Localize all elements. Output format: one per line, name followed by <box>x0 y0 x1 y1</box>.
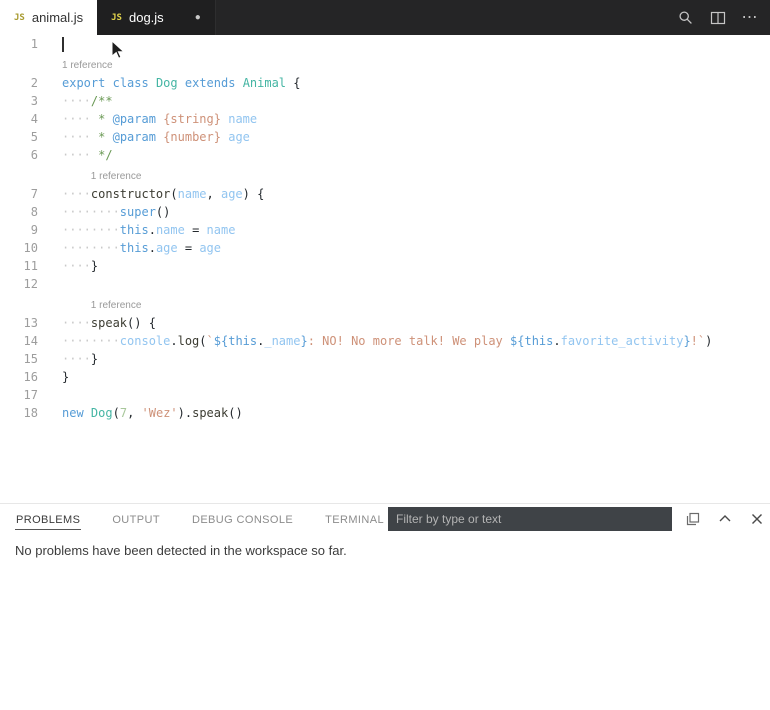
line-number: 10 <box>0 239 62 257</box>
editor-tab-bar: JS animal.js JS dog.js ● ⋯ <box>0 0 770 35</box>
line-number: 9 <box>0 221 62 239</box>
code-text: } <box>62 368 69 386</box>
code-text <box>62 35 64 53</box>
code-text: ········this.age = age <box>62 239 221 257</box>
line-number: 7 <box>0 185 62 203</box>
code-line-11[interactable]: 11····} <box>0 257 770 275</box>
js-file-icon: JS <box>111 13 122 23</box>
more-actions-icon[interactable]: ⋯ <box>742 10 758 26</box>
code-text: ····speak() { <box>62 314 156 332</box>
code-line-7[interactable]: 7····constructor(name, age) { <box>0 185 770 203</box>
code-line-1[interactable]: 1 <box>0 35 770 53</box>
editor-actions: ⋯ <box>678 0 770 35</box>
code-line-17[interactable]: 17 <box>0 386 770 404</box>
text-cursor <box>62 37 64 52</box>
code-text: ···· * @param {number} age <box>62 128 250 146</box>
line-number: 12 <box>0 275 62 293</box>
code-line-18[interactable]: 18new Dog(7, 'Wez').speak() <box>0 404 770 422</box>
code-text: new Dog(7, 'Wez').speak() <box>62 404 243 422</box>
problems-empty-message: No problems have been detected in the wo… <box>0 534 770 567</box>
code-line-15[interactable]: 15····} <box>0 350 770 368</box>
js-file-icon: JS <box>14 13 25 23</box>
line-number: 14 <box>0 332 62 350</box>
code-text: export class Dog extends Animal { <box>62 74 301 92</box>
line-number: 15 <box>0 350 62 368</box>
line-number: 18 <box>0 404 62 422</box>
line-number: 3 <box>0 92 62 110</box>
panel-tab-debug-console[interactable]: DEBUG CONSOLE <box>191 509 294 529</box>
line-number: 8 <box>0 203 62 221</box>
code-text: ····} <box>62 350 98 368</box>
code-text: ····constructor(name, age) { <box>62 185 264 203</box>
line-number: 6 <box>0 146 62 164</box>
codelens-row: 1 reference <box>0 293 770 314</box>
line-number: 2 <box>0 74 62 92</box>
code-line-14[interactable]: 14········console.log(`${this._name}: NO… <box>0 332 770 350</box>
panel-action-icons <box>685 507 764 531</box>
tab-label: dog.js <box>129 10 164 25</box>
panel-header: PROBLEMS OUTPUT DEBUG CONSOLE TERMINAL <box>0 504 770 534</box>
panel-tab-terminal[interactable]: TERMINAL <box>324 509 385 529</box>
tab-dog-js[interactable]: JS dog.js ● <box>97 0 216 35</box>
code-line-12[interactable]: 12 <box>0 275 770 293</box>
problems-filter-input[interactable] <box>388 507 672 531</box>
code-text: ····/** <box>62 92 113 110</box>
code-line-4[interactable]: 4···· * @param {string} name <box>0 110 770 128</box>
code-line-9[interactable]: 9········this.name = name <box>0 221 770 239</box>
codelens-row: 1 reference <box>0 53 770 74</box>
code-text: ···· * @param {string} name <box>62 110 257 128</box>
search-icon[interactable] <box>678 10 694 26</box>
collapse-all-icon[interactable] <box>685 512 700 527</box>
chevron-up-icon[interactable] <box>717 512 732 527</box>
code-line-5[interactable]: 5···· * @param {number} age <box>0 128 770 146</box>
split-editor-icon[interactable] <box>710 10 726 26</box>
line-number: 13 <box>0 314 62 332</box>
line-number: 11 <box>0 257 62 275</box>
codelens-row: 1 reference <box>0 164 770 185</box>
line-number: 1 <box>0 35 62 53</box>
code-editor[interactable]: 11 reference2export class Dog extends An… <box>0 35 770 422</box>
code-line-3[interactable]: 3····/** <box>0 92 770 110</box>
panel-tab-output[interactable]: OUTPUT <box>111 509 161 529</box>
modified-dot-icon[interactable]: ● <box>195 12 201 23</box>
panel-tab-problems[interactable]: PROBLEMS <box>15 509 81 530</box>
code-text: ········this.name = name <box>62 221 235 239</box>
code-line-13[interactable]: 13····speak() { <box>0 314 770 332</box>
line-number: 17 <box>0 386 62 404</box>
vscode-window: JS animal.js JS dog.js ● ⋯ <box>0 0 770 710</box>
close-icon[interactable] <box>749 512 764 527</box>
code-line-16[interactable]: 16} <box>0 368 770 386</box>
bottom-panel: PROBLEMS OUTPUT DEBUG CONSOLE TERMINAL <box>0 503 770 710</box>
ellipsis-glyph: ⋯ <box>742 10 759 26</box>
code-line-10[interactable]: 10········this.age = age <box>0 239 770 257</box>
tab-animal-js[interactable]: JS animal.js <box>0 0 97 35</box>
code-text: ····} <box>62 257 98 275</box>
line-number: 4 <box>0 110 62 128</box>
code-area: 11 reference2export class Dog extends An… <box>0 35 770 422</box>
tab-label: animal.js <box>32 10 83 25</box>
code-text: ···· */ <box>62 146 113 164</box>
code-text: ········console.log(`${this._name}: NO! … <box>62 332 712 350</box>
code-line-8[interactable]: 8········super() <box>0 203 770 221</box>
line-number: 5 <box>0 128 62 146</box>
code-line-6[interactable]: 6···· */ <box>0 146 770 164</box>
line-number: 16 <box>0 368 62 386</box>
code-line-2[interactable]: 2export class Dog extends Animal { <box>0 74 770 92</box>
code-text: ········super() <box>62 203 170 221</box>
